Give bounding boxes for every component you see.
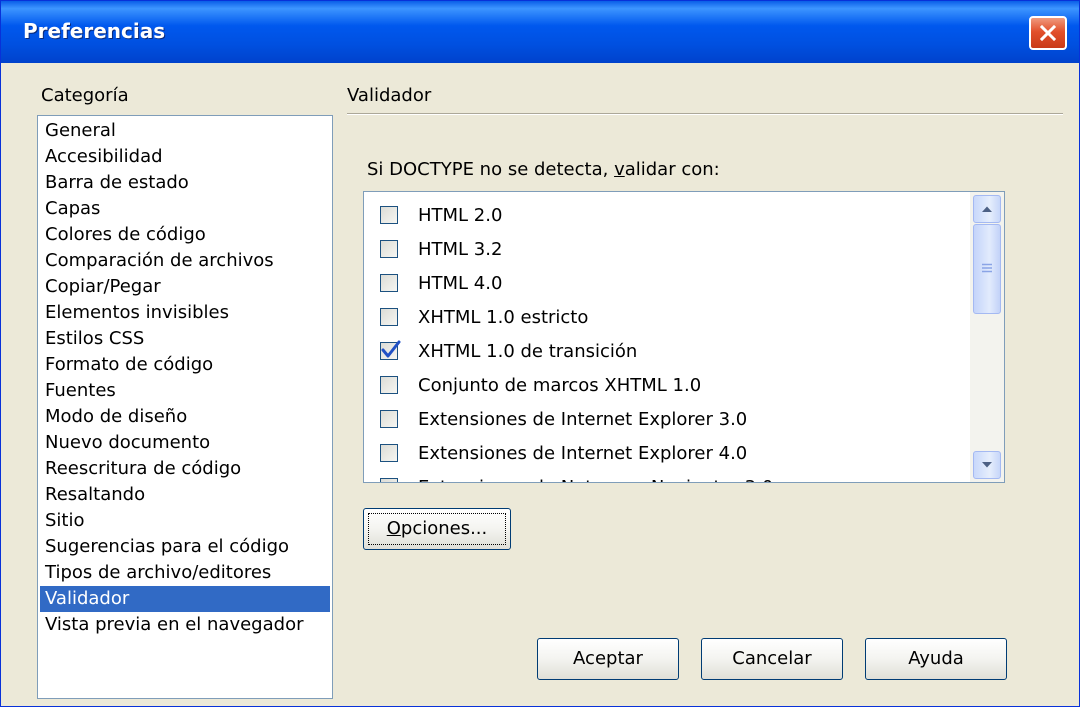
validator-list-item[interactable]: Extensiones de Internet Explorer 4.0: [364, 436, 968, 470]
scrollbar-thumb[interactable]: [973, 224, 1001, 314]
doctype-checkbox[interactable]: [380, 376, 398, 394]
doctype-checkbox[interactable]: [380, 340, 401, 360]
validator-list-item[interactable]: Conjunto de marcos XHTML 1.0: [364, 368, 968, 402]
validator-list-item[interactable]: HTML 3.2: [364, 232, 968, 266]
title-bar[interactable]: Preferencias: [1, 1, 1079, 63]
doctype-label: Conjunto de marcos XHTML 1.0: [418, 374, 702, 396]
scroll-down-arrow-icon: [982, 462, 992, 468]
doctype-checkbox[interactable]: [380, 308, 398, 326]
doctype-label: Extensiones de Netscape Navigator 3.0: [418, 477, 773, 483]
category-item[interactable]: Comparación de archivos: [40, 248, 330, 274]
category-item[interactable]: Accesibilidad: [40, 144, 330, 170]
category-item[interactable]: Tipos de archivo/editores: [40, 560, 330, 586]
category-item[interactable]: Resaltando: [40, 482, 330, 508]
doctype-checkbox[interactable]: [380, 274, 398, 292]
close-button[interactable]: [1029, 16, 1067, 50]
category-item[interactable]: Capas: [40, 196, 330, 222]
ok-button[interactable]: Aceptar: [537, 638, 679, 680]
scroll-up-arrow-icon: [982, 206, 992, 212]
category-list[interactable]: General Accesibilidad Barra de estado Capas…: [37, 115, 333, 699]
doctype-label: XHTML 1.0 de transición: [418, 340, 638, 362]
category-item[interactable]: Nuevo documento: [40, 430, 330, 456]
scrollbar-grip-icon: [982, 263, 992, 273]
section-divider: [347, 113, 1063, 115]
focus-rect: Opciones...: [368, 513, 506, 545]
cancel-button[interactable]: Cancelar: [701, 638, 843, 680]
category-item[interactable]: Estilos CSS: [40, 326, 330, 352]
checkmark-icon: [381, 340, 401, 358]
validator-doctype-list[interactable]: HTML 2.0 HTML 3.2 HTML 4.0 XHTML 1.0 estric…: [363, 191, 1005, 483]
doctype-label: XHTML 1.0 estricto: [418, 306, 589, 328]
category-item[interactable]: Fuentes: [40, 378, 330, 404]
category-item[interactable]: Elementos invisibles: [40, 300, 330, 326]
doctype-checkbox[interactable]: [380, 240, 398, 258]
help-button[interactable]: Ayuda: [865, 638, 1007, 680]
window-title: Preferencias: [23, 19, 166, 43]
category-item[interactable]: Sugerencias para el código: [40, 534, 330, 560]
validator-list-item[interactable]: XHTML 1.0 de transición: [364, 334, 968, 368]
category-item[interactable]: Validador: [40, 586, 330, 612]
category-item[interactable]: Barra de estado: [40, 170, 330, 196]
category-item[interactable]: Vista previa en el navegador: [40, 612, 330, 638]
dialog-body: Categoría Validador General Accesibilidad…: [5, 63, 1075, 702]
validator-section-title: Validador: [347, 85, 432, 106]
validator-list-item[interactable]: Extensiones de Netscape Navigator 3.0: [364, 470, 968, 483]
validator-list-item[interactable]: HTML 4.0: [364, 266, 968, 300]
vertical-scrollbar[interactable]: [970, 192, 1004, 482]
category-item[interactable]: Copiar/Pegar: [40, 274, 330, 300]
category-item[interactable]: Modo de diseño: [40, 404, 330, 430]
doctype-label: Extensiones de Internet Explorer 4.0: [418, 442, 748, 464]
doctype-checkbox[interactable]: [380, 206, 398, 224]
options-button[interactable]: Opciones...: [363, 508, 511, 550]
scroll-down-button[interactable]: [973, 451, 1001, 479]
doctype-label: HTML 4.0: [418, 272, 503, 294]
doctype-checkbox[interactable]: [380, 410, 398, 428]
preferences-dialog: Preferencias Categoría Validador General…: [0, 0, 1080, 707]
category-item[interactable]: General: [40, 118, 330, 144]
scroll-up-button[interactable]: [973, 195, 1001, 223]
validator-list-item[interactable]: XHTML 1.0 estricto: [364, 300, 968, 334]
doctype-label: Extensiones de Internet Explorer 3.0: [418, 408, 748, 430]
validator-list-item[interactable]: Extensiones de Internet Explorer 3.0: [364, 402, 968, 436]
validator-list-item[interactable]: HTML 2.0: [364, 198, 968, 232]
close-icon: [1040, 25, 1056, 41]
doctype-label: HTML 2.0: [418, 204, 503, 226]
doctype-label: HTML 3.2: [418, 238, 503, 260]
category-item[interactable]: Reescritura de código: [40, 456, 330, 482]
doctype-fallback-label: Si DOCTYPE no se detecta, validar con:: [367, 159, 720, 180]
doctype-checkbox[interactable]: [380, 444, 398, 462]
category-item[interactable]: Colores de código: [40, 222, 330, 248]
category-item[interactable]: Sitio: [40, 508, 330, 534]
category-label: Categoría: [41, 85, 129, 106]
doctype-checkbox[interactable]: [380, 478, 398, 482]
mnemonic-v: v: [614, 159, 625, 180]
category-item[interactable]: Formato de código: [40, 352, 330, 378]
